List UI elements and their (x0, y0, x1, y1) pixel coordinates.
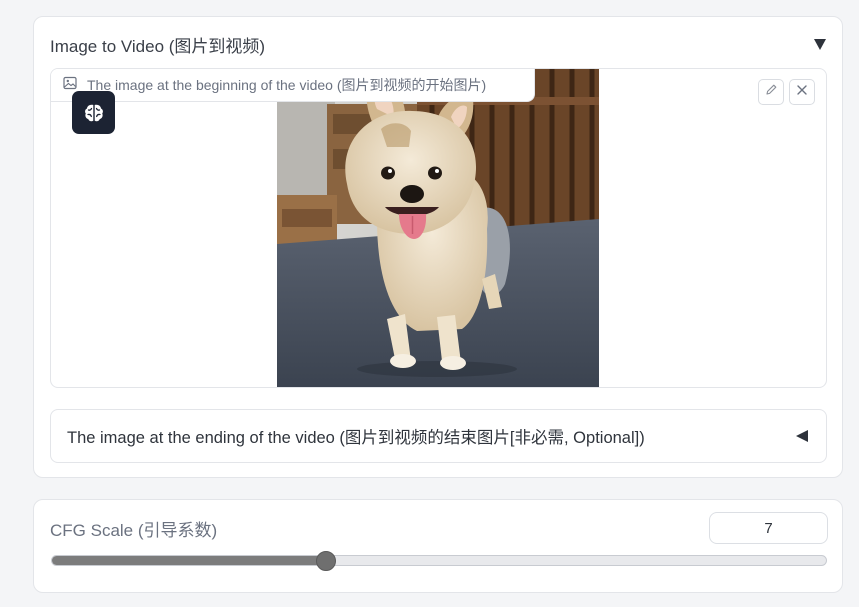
end-image-accordion[interactable]: The image at the ending of the video (图片… (50, 409, 827, 463)
cfg-scale-label: CFG Scale (引导系数) (50, 521, 218, 540)
cfg-scale-slider-thumb[interactable] (315, 551, 336, 571)
start-image-upload[interactable]: The image at the beginning of the video … (50, 68, 827, 388)
cfg-scale-slider[interactable] (51, 551, 827, 571)
clear-image-button[interactable] (789, 79, 815, 105)
cfg-scale-panel: CFG Scale (引导系数) (33, 499, 843, 593)
start-image-preview (277, 69, 599, 387)
image-to-video-accordion: Image to Video (图片到视频) The image at the … (33, 16, 843, 478)
triangle-down-icon[interactable] (814, 38, 826, 50)
triangle-left-icon[interactable] (796, 430, 808, 442)
edit-image-button[interactable] (758, 79, 784, 105)
cfg-scale-input[interactable] (709, 512, 828, 544)
pencil-icon (764, 83, 778, 102)
brain-icon[interactable] (72, 91, 115, 134)
end-image-label: The image at the ending of the video (图片… (67, 429, 645, 447)
start-image-label: The image at the beginning of the video … (51, 69, 535, 102)
close-icon (796, 83, 808, 101)
start-image-label-text: The image at the beginning of the video … (87, 77, 487, 93)
cfg-scale-slider-fill (52, 556, 326, 565)
accordion-header[interactable]: Image to Video (图片到视频) (50, 31, 826, 57)
accordion-title: Image to Video (图片到视频) (50, 36, 266, 56)
